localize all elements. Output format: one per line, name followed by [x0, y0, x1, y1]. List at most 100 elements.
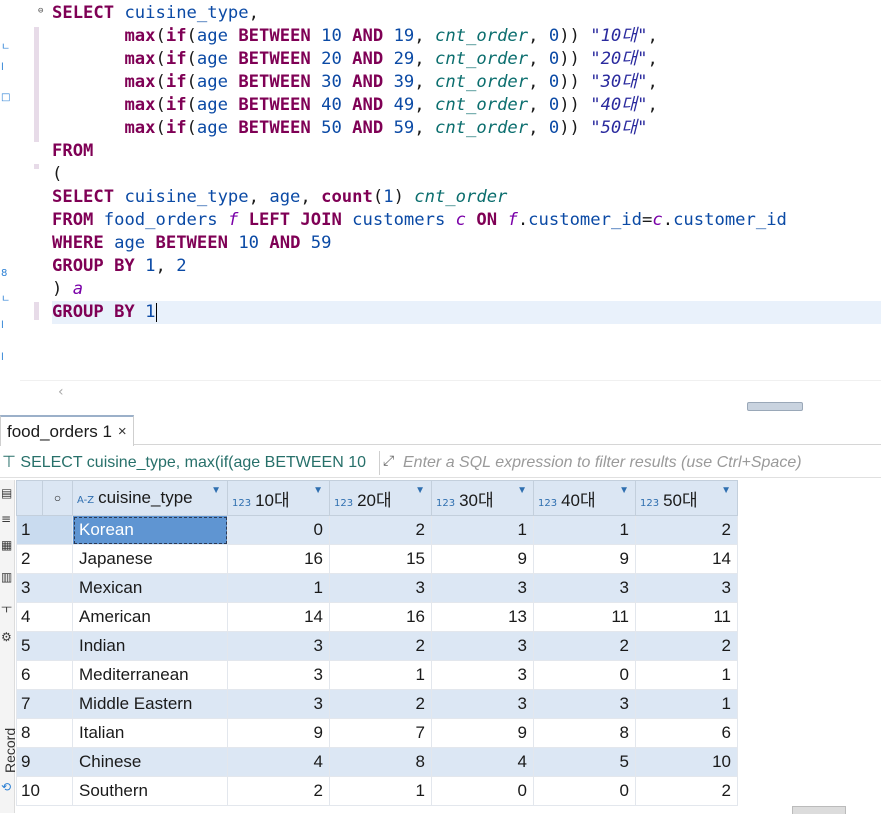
filter-input[interactable] [403, 452, 873, 474]
code-line[interactable]: max(if(age BETWEEN 40 AND 49, cnt_order,… [52, 94, 881, 117]
row-number[interactable]: 9 [16, 747, 73, 777]
toggle-icon[interactable]: ㅜ [1, 600, 12, 617]
row-number[interactable]: 1 [16, 515, 73, 545]
column-header[interactable]: 123 40대 ▼ [533, 480, 636, 516]
code-line[interactable]: max(if(age BETWEEN 20 AND 29, cnt_order,… [52, 48, 881, 71]
count-cell[interactable]: 9 [431, 544, 534, 574]
table-row[interactable]: 8 Italian 9 7 9 8 6 [16, 718, 738, 748]
count-cell[interactable]: 15 [329, 544, 432, 574]
count-cell[interactable]: 3 [227, 689, 330, 719]
table-icon[interactable]: ▦ [1, 538, 12, 552]
cuisine-cell[interactable]: Mexican [72, 573, 228, 603]
sort-dropdown-icon[interactable]: ▼ [415, 485, 425, 496]
code-line[interactable]: GROUP BY 1, 2 [52, 255, 881, 278]
record-icon[interactable]: ⟲ [1, 780, 11, 794]
count-cell[interactable]: 8 [329, 747, 432, 777]
count-cell[interactable]: 2 [533, 631, 636, 661]
cuisine-cell[interactable]: Italian [72, 718, 228, 748]
row-number[interactable]: 8 [16, 718, 73, 748]
count-cell[interactable]: 4 [227, 747, 330, 777]
column-header[interactable]: 123 10대 ▼ [227, 480, 330, 516]
table-row[interactable]: 2 Japanese 16 15 9 9 14 [16, 544, 738, 574]
cuisine-cell[interactable]: American [72, 602, 228, 632]
row-number[interactable]: 10 [16, 776, 73, 806]
code-area[interactable]: SELECT cuisine_type, max(if(age BETWEEN … [52, 2, 881, 324]
expand-icon[interactable]: ⤢ [383, 452, 394, 469]
count-cell[interactable]: 3 [533, 573, 636, 603]
strip-icon[interactable]: ㄴ [1, 38, 10, 53]
column-header[interactable]: 123 30대 ▼ [431, 480, 534, 516]
sql-editor[interactable]: ㄴ l □ 8 ㄴ l l ⊖ SELECT cuisine_type, max… [0, 0, 881, 380]
count-cell[interactable]: 13 [431, 602, 534, 632]
count-cell[interactable]: 7 [329, 718, 432, 748]
sort-dropdown-icon[interactable]: ▼ [313, 485, 323, 496]
count-cell[interactable]: 3 [329, 573, 432, 603]
sort-dropdown-icon[interactable]: ▼ [721, 485, 731, 496]
scroll-left-arrow-icon[interactable]: ‹ [58, 384, 64, 400]
results-tab[interactable]: food_orders 1 × [0, 415, 134, 446]
count-cell[interactable]: 2 [635, 776, 738, 806]
count-cell[interactable]: 1 [227, 573, 330, 603]
table-row[interactable]: 1 Korean 0 2 1 1 2 [16, 515, 738, 545]
count-cell[interactable]: 2 [635, 515, 738, 545]
count-cell[interactable]: 3 [431, 573, 534, 603]
count-cell[interactable]: 6 [635, 718, 738, 748]
count-cell[interactable]: 3 [533, 689, 636, 719]
strip-icon[interactable]: l [1, 320, 4, 331]
count-cell[interactable]: 0 [533, 660, 636, 690]
count-cell[interactable]: 2 [329, 689, 432, 719]
count-cell[interactable]: 14 [635, 544, 738, 574]
splitter-handle[interactable] [747, 402, 803, 411]
code-line[interactable]: SELECT cuisine_type, age, count(1) cnt_o… [52, 186, 881, 209]
grid-view-icon[interactable]: ▤ [1, 486, 12, 500]
count-cell[interactable]: 0 [227, 515, 330, 545]
row-number[interactable]: 5 [16, 631, 73, 661]
count-cell[interactable]: 16 [227, 544, 330, 574]
count-cell[interactable]: 1 [533, 515, 636, 545]
row-number[interactable]: 6 [16, 660, 73, 690]
query-preview[interactable]: ⊤ SELECT cuisine_type, max(if(age BETWEE… [2, 452, 366, 472]
count-cell[interactable]: 1 [635, 660, 738, 690]
count-cell[interactable]: 10 [635, 747, 738, 777]
code-line[interactable]: GROUP BY 1 [52, 301, 881, 324]
count-cell[interactable]: 3 [431, 689, 534, 719]
strip-icon[interactable]: ㄴ [1, 290, 10, 305]
cuisine-cell[interactable]: Middle Eastern [72, 689, 228, 719]
text-view-icon[interactable]: ≡ [1, 512, 11, 526]
count-cell[interactable]: 16 [329, 602, 432, 632]
row-number[interactable]: 4 [16, 602, 73, 632]
count-cell[interactable]: 2 [329, 515, 432, 545]
count-cell[interactable]: 3 [635, 573, 738, 603]
count-cell[interactable]: 3 [227, 660, 330, 690]
count-cell[interactable]: 2 [329, 631, 432, 661]
code-line[interactable]: ( [52, 163, 881, 186]
cuisine-cell[interactable]: Korean [72, 515, 228, 545]
cuisine-cell[interactable]: Japanese [72, 544, 228, 574]
table-row[interactable]: 4 American 14 16 13 11 11 [16, 602, 738, 632]
count-cell[interactable]: 0 [431, 776, 534, 806]
table-row[interactable]: 6 Mediterranean 3 1 3 0 1 [16, 660, 738, 690]
count-cell[interactable]: 9 [533, 544, 636, 574]
code-line[interactable]: max(if(age BETWEEN 30 AND 39, cnt_order,… [52, 71, 881, 94]
count-cell[interactable]: 9 [227, 718, 330, 748]
close-icon[interactable]: × [118, 423, 127, 440]
column-header[interactable]: 123 20대 ▼ [329, 480, 432, 516]
row-number[interactable]: 3 [16, 573, 73, 603]
code-line[interactable]: max(if(age BETWEEN 50 AND 59, cnt_order,… [52, 117, 881, 140]
count-cell[interactable]: 1 [431, 515, 534, 545]
sort-dropdown-icon[interactable]: ▼ [211, 485, 221, 496]
count-cell[interactable]: 2 [227, 776, 330, 806]
strip-icon[interactable]: l [1, 352, 4, 363]
count-cell[interactable]: 2 [635, 631, 738, 661]
code-line[interactable]: max(if(age BETWEEN 10 AND 19, cnt_order,… [52, 25, 881, 48]
row-number[interactable]: 2 [16, 544, 73, 574]
strip-icon[interactable]: 8 [1, 268, 7, 279]
cuisine-cell[interactable]: Southern [72, 776, 228, 806]
table-row[interactable]: 10 Southern 2 1 0 0 2 [16, 776, 738, 806]
code-line[interactable]: SELECT cuisine_type, [52, 2, 881, 25]
results-grid[interactable]: ○ A-Z cuisine_type ▼ 123 10대 ▼ 123 20대 ▼ 123 30대 ▼ 1… [16, 480, 738, 806]
row-number[interactable]: 7 [16, 689, 73, 719]
count-cell[interactable]: 0 [533, 776, 636, 806]
table-row[interactable]: 3 Mexican 1 3 3 3 3 [16, 573, 738, 603]
fold-collapse-icon[interactable]: ⊖ [38, 6, 43, 16]
